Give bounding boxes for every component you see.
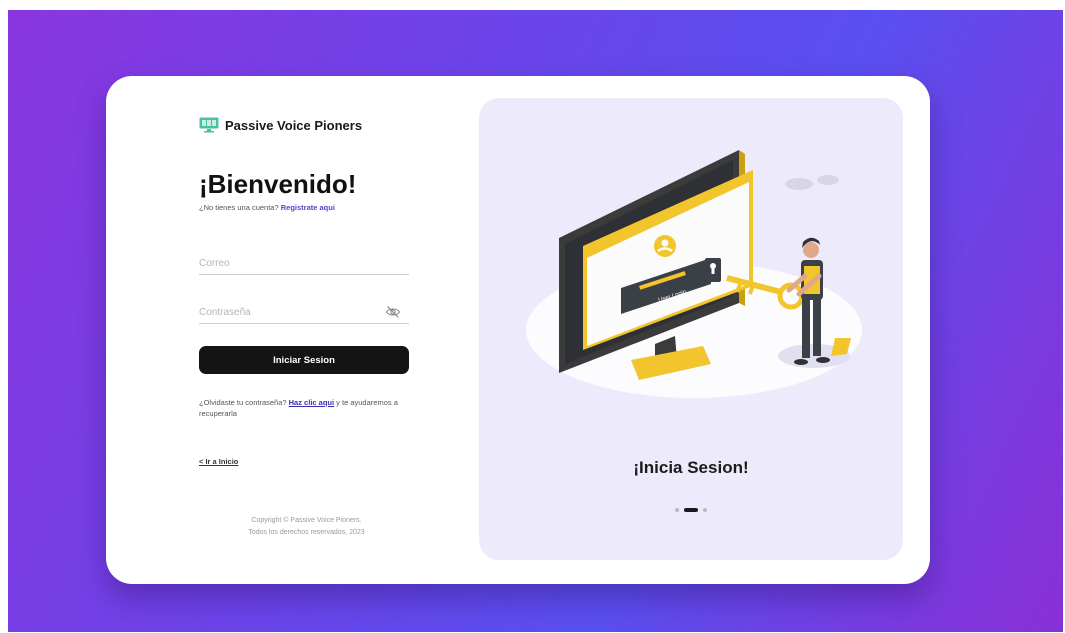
carousel-dot-3[interactable] xyxy=(703,508,707,512)
password-field xyxy=(199,301,409,324)
password-input[interactable] xyxy=(199,306,385,318)
copyright-line-1: Copyright © Passive Voice Pioners. xyxy=(251,517,362,524)
carousel-dots xyxy=(479,508,903,512)
email-field xyxy=(199,252,409,275)
signup-prompt: ¿No tienes una cuenta? Registrate aqui xyxy=(199,203,335,212)
login-panel: Passive Voice Pioners ¡Bienvenido! ¿No t… xyxy=(199,76,414,584)
login-button[interactable]: Iniciar Sesion xyxy=(199,346,409,374)
signup-link[interactable]: Registrate aqui xyxy=(281,203,335,212)
eye-slash-icon[interactable] xyxy=(385,304,401,320)
page-title: ¡Bienvenido! xyxy=(199,169,357,199)
copyright: Copyright © Passive Voice Pioners. Todos… xyxy=(199,515,414,539)
promo-title: ¡Inicia Sesion! xyxy=(633,458,749,477)
monitor-logo-icon xyxy=(199,117,219,133)
carousel-dot-2[interactable] xyxy=(684,508,698,512)
forgot-password-link[interactable]: Haz clic aqui xyxy=(289,398,334,407)
copyright-line-2: Todos los derechos reservados, 2023 xyxy=(248,529,365,536)
login-card: Passive Voice Pioners ¡Bienvenido! ¿No t… xyxy=(106,76,930,584)
back-home-link[interactable]: < Ir a Inicio xyxy=(199,457,238,466)
forgot-prefix: ¿Olvidaste tu contraseña? xyxy=(199,398,287,407)
email-input[interactable] xyxy=(199,257,409,269)
gradient-background: Passive Voice Pioners ¡Bienvenido! ¿No t… xyxy=(8,10,1063,632)
cloud-icon xyxy=(785,175,839,190)
brand-name: Passive Voice Pioners xyxy=(225,117,363,133)
login-illustration: User Login xyxy=(526,150,862,398)
promo-panel: User Login ¡Inicia Sesion! xyxy=(479,98,903,560)
forgot-password-text: ¿Olvidaste tu contraseña? Haz clic aqui … xyxy=(199,397,409,419)
brand: Passive Voice Pioners xyxy=(199,117,362,133)
signup-text: ¿No tienes una cuenta? xyxy=(199,203,279,212)
carousel-dot-1[interactable] xyxy=(675,508,679,512)
